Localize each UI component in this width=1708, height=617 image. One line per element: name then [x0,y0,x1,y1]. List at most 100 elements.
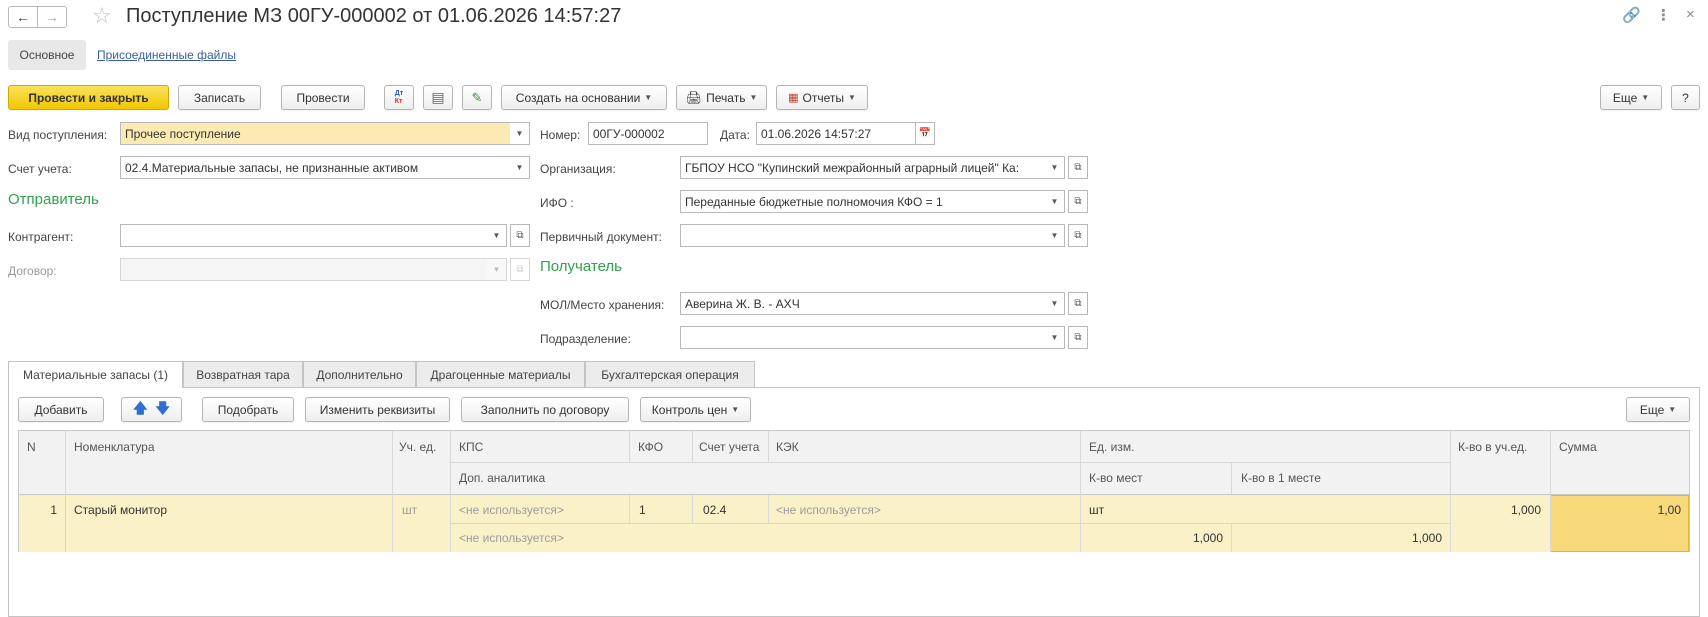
primary-document-dropdown[interactable]: ▼ [1045,224,1065,247]
tab-accounting-operation[interactable]: Бухгалтерская операция [585,361,755,387]
cell-ed-izm[interactable]: шт [1089,503,1104,517]
col-header-kfo[interactable]: КФО [638,440,663,454]
mol-open-button[interactable]: ⧉ [1068,292,1088,315]
price-control-button[interactable]: Контроль цен ▼ [640,397,751,422]
receipt-type-label: Вид поступления: [8,128,108,142]
cell-nomenclature[interactable]: Старый монитор [74,503,167,517]
cell-kps[interactable]: <не используется> [459,503,564,517]
link-icon[interactable]: 🔗 [1622,6,1641,24]
more-button[interactable]: Еще ▼ [1600,85,1662,110]
counterparty-field[interactable] [120,224,488,247]
page-tab-attached-files[interactable]: Присоединенные файлы [97,48,236,62]
organization-field[interactable]: ГБПОУ НСО "Купинский межрайонный аграрны… [680,156,1046,179]
print-button[interactable]: 🖨 Печать ▼ [676,85,767,110]
ifo-field[interactable]: Переданные бюджетные полномочия КФО = 1 [680,190,1046,213]
cell-n[interactable]: 1 [19,503,57,517]
arrow-down-icon[interactable]: 🡇 [156,398,170,422]
contract-dropdown[interactable]: ▼ [487,258,507,281]
division-dropdown[interactable]: ▼ [1045,326,1065,349]
receipt-type-field[interactable]: Прочее поступление [120,122,511,145]
tab-additional[interactable]: Дополнительно [303,361,416,387]
col-header-kps[interactable]: КПС [459,440,483,454]
add-row-button[interactable]: Добавить [18,397,104,422]
mol-dropdown[interactable]: ▼ [1045,292,1065,315]
report-icon: ▦ [788,92,799,104]
caret-down-icon: ▼ [731,405,740,414]
mol-field[interactable]: Аверина Ж. В. - АХЧ [680,292,1046,315]
col-header-n[interactable]: N [27,440,36,454]
caret-down-icon: ▼ [1050,163,1059,172]
contract-label: Договор: [8,264,57,278]
recipient-section-title: Получатель [540,258,622,275]
account-dropdown[interactable]: ▼ [510,156,530,179]
cell-sum[interactable]: 1,00 [1559,503,1681,517]
receipt-type-dropdown[interactable]: ▼ [510,122,530,145]
post-button[interactable]: Провести [281,85,365,110]
reports-button[interactable]: ▦ Отчеты ▼ [776,85,868,110]
cell-dop-analytics[interactable]: <не используется> [459,531,564,545]
col-header-ed-izm[interactable]: Ед. изм. [1089,440,1134,454]
help-button[interactable]: ? [1671,85,1700,110]
account-field[interactable]: 02.4.Материальные запасы, не признанные … [120,156,511,179]
tab-material-stocks[interactable]: Материальные запасы (1) [8,361,183,388]
edit-pencil-button[interactable]: ✎ [462,85,492,110]
counterparty-open-button[interactable]: ⧉ [510,224,530,247]
division-field[interactable] [680,326,1046,349]
save-button[interactable]: Записать [178,85,261,110]
col-header-dop-analytics[interactable]: Доп. аналитика [459,471,545,485]
col-header-unit[interactable]: Уч. ед. [399,440,436,454]
more-vertical-icon[interactable]: ⋮ [1656,6,1671,24]
arrow-up-icon[interactable]: 🡅 [133,398,147,422]
forward-button[interactable]: → [37,6,67,28]
ifo-dropdown[interactable]: ▼ [1045,190,1065,213]
contract-open-button[interactable]: ⧉ [510,258,530,281]
table-more-button[interactable]: Еще ▼ [1626,397,1690,422]
cell-kek[interactable]: <не используется> [776,503,881,517]
create-based-on-button[interactable]: Создать на основании ▼ [501,85,667,110]
date-label: Дата: [720,128,750,142]
cell-kfo[interactable]: 1 [639,503,646,517]
organization-open-button[interactable]: ⧉ [1068,156,1088,179]
open-window-icon: ⧉ [1074,196,1082,207]
dt-kt-icon: Дт Кт [394,89,404,105]
date-picker-button[interactable]: 📅 [915,122,935,145]
fill-by-contract-button[interactable]: Заполнить по договору [461,397,629,422]
cell-qty-per-place[interactable]: 1,000 [1239,531,1442,545]
post-and-close-button[interactable]: Провести и закрыть [8,85,169,110]
back-button[interactable]: ← [8,6,38,28]
primary-document-field[interactable] [680,224,1046,247]
organization-dropdown[interactable]: ▼ [1045,156,1065,179]
col-header-account[interactable]: Счет учета [699,440,759,454]
open-window-icon: ⧉ [516,230,524,241]
cell-qty-unit[interactable]: 1,000 [1459,503,1541,517]
col-header-sum[interactable]: Сумма [1559,440,1597,454]
change-requisites-button[interactable]: Изменить реквизиты [305,397,450,422]
cell-account[interactable]: 02.4 [703,503,726,517]
contract-field[interactable] [120,258,488,281]
open-window-icon: ⧉ [1074,332,1082,343]
counterparty-dropdown[interactable]: ▼ [487,224,507,247]
pick-button[interactable]: Подобрать [202,397,294,422]
dt-kt-button[interactable]: Дт Кт [384,85,414,110]
close-icon[interactable]: × [1686,6,1695,23]
col-header-qty-places[interactable]: К-во мест [1089,471,1143,485]
page-tab-main[interactable]: Основное [8,40,86,70]
col-header-kek[interactable]: КЭК [776,440,799,454]
cell-unit[interactable]: шт [402,503,417,517]
division-open-button[interactable]: ⧉ [1068,326,1088,349]
caret-down-icon: ▼ [749,93,758,102]
primary-document-open-button[interactable]: ⧉ [1068,224,1088,247]
ifo-open-button[interactable]: ⧉ [1068,190,1088,213]
tab-precious-materials[interactable]: Драгоценные материалы [416,361,585,387]
open-window-icon: ⧉ [1074,162,1082,173]
cell-qty-places[interactable]: 1,000 [1089,531,1223,545]
col-header-qty-unit[interactable]: К-во в уч.ед. [1458,440,1527,454]
col-header-nomenclature[interactable]: Номенклатура [74,440,155,454]
document-list-button[interactable]: ▤ [423,85,453,110]
date-field[interactable]: 01.06.2026 14:57:27 [756,122,916,145]
number-field[interactable]: 00ГУ-000002 [588,122,708,145]
col-header-qty-per-place[interactable]: К-во в 1 месте [1241,471,1321,485]
favorite-star-icon[interactable]: ☆ [92,3,112,29]
caret-down-icon: ▼ [1050,197,1059,206]
tab-returnable-containers[interactable]: Возвратная тара [183,361,303,387]
